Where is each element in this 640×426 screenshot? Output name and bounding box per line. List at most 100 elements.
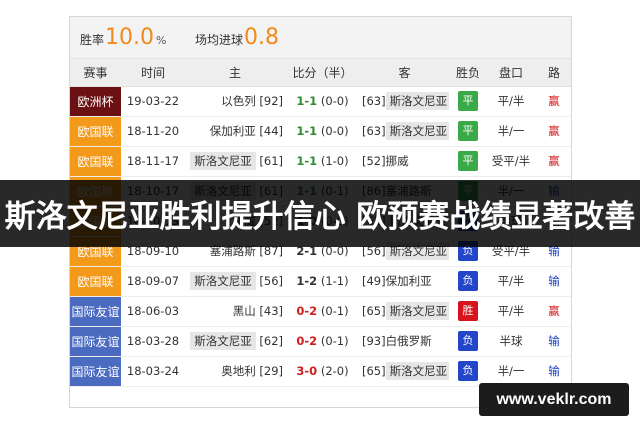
league-cell[interactable]: 欧国联: [70, 146, 121, 177]
home-cell[interactable]: 斯洛文尼亚 [61]: [185, 146, 285, 177]
score-cell[interactable]: 1-2 (1-1): [285, 266, 360, 297]
result-badge: 负: [458, 271, 478, 291]
headline-text: 斯洛文尼亚胜利提升信心 欧预赛战绩显著改善: [4, 199, 636, 235]
result-cell: 平: [449, 86, 487, 117]
away-cell[interactable]: [63] 斯洛文尼亚: [360, 116, 449, 147]
half-score: (0-0): [320, 124, 349, 138]
table-row[interactable]: 欧国联 18-11-20 保加利亚 [44] 1-1 (0-0) [63] 斯洛文尼亚平半…: [70, 116, 571, 147]
handicap-cell: 半球: [487, 326, 535, 357]
score-cell[interactable]: 1-1 (1-0): [285, 146, 360, 177]
away-rank: [63]: [362, 124, 386, 138]
half-score: (1-0): [320, 154, 349, 168]
table-row[interactable]: 欧洲杯 19-03-22 以色列 [92] 1-1 (0-0) [63] 斯洛文尼亚平平/…: [70, 86, 571, 117]
home-team[interactable]: 以色列: [221, 94, 256, 108]
away-team[interactable]: 挪威: [386, 154, 409, 168]
home-rank: [44]: [259, 124, 283, 138]
home-team[interactable]: 黑山: [233, 304, 256, 318]
home-team[interactable]: 保加利亚: [210, 124, 256, 138]
score-away: 1: [309, 124, 318, 138]
league-cell[interactable]: 欧国联: [70, 116, 121, 147]
avg-goals-label: 场均进球: [195, 33, 244, 47]
league-cell[interactable]: 国际友谊: [70, 326, 121, 357]
league-label[interactable]: 欧国联: [77, 275, 113, 289]
home-cell[interactable]: 保加利亚 [44]: [185, 116, 285, 147]
away-cell[interactable]: [65] 斯洛文尼亚: [360, 356, 449, 387]
league-cell[interactable]: 欧国联: [70, 266, 121, 297]
score-away: 2: [309, 304, 318, 318]
away-cell[interactable]: [65] 斯洛文尼亚: [360, 296, 449, 327]
away-rank: [63]: [362, 94, 386, 108]
win-rate-unit: %: [156, 34, 167, 47]
date-cell: 19-03-22: [121, 86, 185, 117]
home-team[interactable]: 奥地利: [221, 364, 256, 378]
league-label[interactable]: 欧洲杯: [77, 95, 113, 109]
home-cell[interactable]: 斯洛文尼亚 [62]: [185, 326, 285, 357]
away-team[interactable]: 斯洛文尼亚: [385, 302, 449, 320]
away-team[interactable]: 斯洛文尼亚: [385, 122, 449, 140]
home-team[interactable]: 斯洛文尼亚: [190, 332, 256, 350]
home-rank: [56]: [259, 274, 283, 288]
home-team[interactable]: 斯洛文尼亚: [190, 272, 256, 290]
away-cell[interactable]: [52]挪威: [360, 146, 449, 177]
col-home-header: 主: [185, 59, 285, 87]
league-cell[interactable]: 国际友谊: [70, 356, 121, 387]
result-cell: 胜: [449, 296, 487, 327]
score-cell[interactable]: 3-0 (2-0): [285, 356, 360, 387]
result-badge: 负: [458, 331, 478, 351]
col-road-header: 路: [535, 59, 571, 87]
col-away-header: 客: [360, 59, 449, 87]
score-cell[interactable]: 1-1 (0-0): [285, 86, 360, 117]
away-team[interactable]: 保加利亚: [386, 274, 432, 288]
away-team[interactable]: 斯洛文尼亚: [385, 92, 449, 110]
date-cell: 18-03-28: [121, 326, 185, 357]
win-rate-value: 10.0: [105, 25, 154, 50]
table-row[interactable]: 国际友谊 18-06-03 黑山 [43] 0-2 (0-1) [65] 斯洛文尼亚胜平/…: [70, 296, 571, 327]
score-cell[interactable]: 0-2 (0-1): [285, 296, 360, 327]
date-cell: 18-11-17: [121, 146, 185, 177]
result-badge: 负: [458, 361, 478, 381]
league-label[interactable]: 欧国联: [77, 125, 113, 139]
site-watermark: www.veklr.com: [479, 383, 629, 416]
home-cell[interactable]: 奥地利 [29]: [185, 356, 285, 387]
date-cell: 18-06-03: [121, 296, 185, 327]
table-header-row: 赛事 时间 主 比分（半） 客 胜负 盘口 路: [70, 59, 571, 87]
avg-goals: 场均进球 0.8: [195, 25, 279, 50]
result-badge: 平: [458, 121, 478, 141]
score-cell[interactable]: 0-2 (0-1): [285, 326, 360, 357]
handicap-cell: 受平/半: [487, 146, 535, 177]
away-cell[interactable]: [49]保加利亚: [360, 266, 449, 297]
date-cell: 18-11-20: [121, 116, 185, 147]
league-label[interactable]: 国际友谊: [71, 365, 119, 379]
home-cell[interactable]: 黑山 [43]: [185, 296, 285, 327]
league-label[interactable]: 国际友谊: [71, 335, 119, 349]
away-team[interactable]: 斯洛文尼亚: [385, 362, 449, 380]
home-rank: [61]: [259, 154, 283, 168]
league-cell[interactable]: 欧洲杯: [70, 86, 121, 117]
home-rank: [92]: [259, 94, 283, 108]
away-cell[interactable]: [63] 斯洛文尼亚: [360, 86, 449, 117]
col-score-header: 比分（半）: [285, 59, 360, 87]
table-row[interactable]: 国际友谊 18-03-24 奥地利 [29] 3-0 (2-0) [65] 斯洛文尼亚负半…: [70, 356, 571, 387]
score-cell[interactable]: 1-1 (0-0): [285, 116, 360, 147]
home-cell[interactable]: 以色列 [92]: [185, 86, 285, 117]
home-rank: [62]: [259, 334, 283, 348]
league-label[interactable]: 欧国联: [77, 155, 113, 169]
away-cell[interactable]: [93]白俄罗斯: [360, 326, 449, 357]
league-label[interactable]: 国际友谊: [71, 305, 119, 319]
away-team[interactable]: 白俄罗斯: [386, 334, 432, 348]
home-cell[interactable]: 斯洛文尼亚 [56]: [185, 266, 285, 297]
table-row[interactable]: 国际友谊 18-03-28 斯洛文尼亚 [62] 0-2 (0-1) [93]白俄罗斯负…: [70, 326, 571, 357]
headline-banner: 斯洛文尼亚胜利提升信心 欧预赛战绩显著改善: [0, 180, 640, 247]
handicap-cell: 平/半: [487, 266, 535, 297]
road-cell: 赢: [535, 116, 571, 147]
half-score: (2-0): [320, 364, 349, 378]
away-rank: [65]: [362, 304, 386, 318]
result-cell: 平: [449, 146, 487, 177]
home-team[interactable]: 斯洛文尼亚: [190, 152, 256, 170]
table-row[interactable]: 欧国联 18-09-07 斯洛文尼亚 [56] 1-2 (1-1) [49]保加利亚负平…: [70, 266, 571, 297]
avg-goals-value: 0.8: [244, 25, 280, 50]
league-cell[interactable]: 国际友谊: [70, 296, 121, 327]
away-rank: [52]: [362, 154, 386, 168]
half-score: (0-1): [320, 304, 349, 318]
table-row[interactable]: 欧国联 18-11-17 斯洛文尼亚 [61] 1-1 (1-0) [52]挪威平受平/…: [70, 146, 571, 177]
